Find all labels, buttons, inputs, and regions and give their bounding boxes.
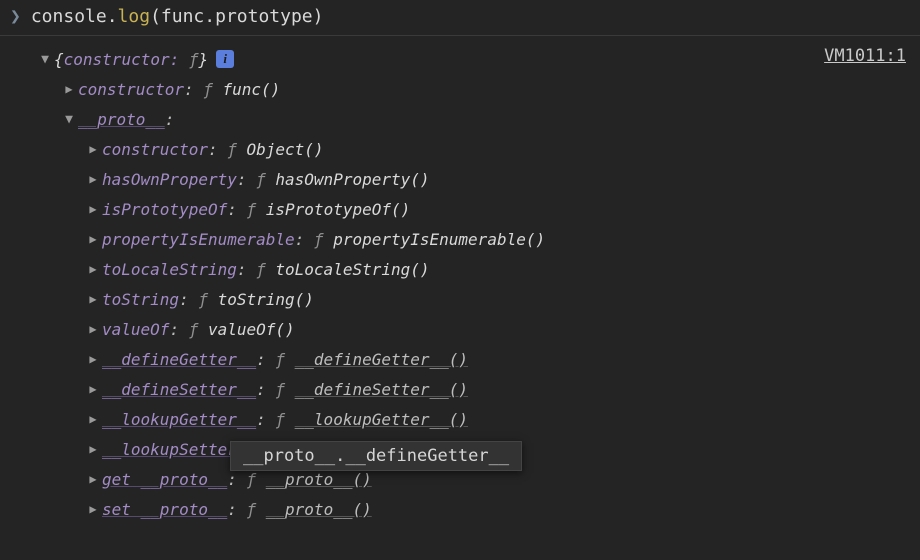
property-key: __proto__ (78, 110, 165, 129)
disclosure-triangle-icon[interactable]: ▶ (86, 472, 100, 486)
property-row[interactable]: ▶toString: ƒ toString() (10, 284, 910, 314)
disclosure-triangle-icon[interactable]: ▶ (86, 322, 100, 336)
property-row[interactable]: ▶__lookupGetter__: ƒ __lookupGetter__() (10, 404, 910, 434)
disclosure-triangle-icon[interactable]: ▶ (86, 382, 100, 396)
disclosure-triangle-icon[interactable]: ▶ (86, 442, 100, 456)
function-name: __lookupGetter__() (295, 410, 468, 429)
property-key: __defineSetter__ (102, 380, 256, 399)
property-key: __lookupGetter__ (102, 410, 256, 429)
function-name: func() (223, 80, 281, 99)
property-row[interactable]: ▶set __proto__: ƒ __proto__() (10, 494, 910, 524)
disclosure-triangle-icon[interactable]: ▶ (86, 262, 100, 276)
property-key: valueOf (102, 320, 169, 339)
disclosure-triangle-icon[interactable]: ▶ (62, 82, 76, 96)
console-command[interactable]: console.log(func.prototype) (31, 6, 324, 27)
function-name: __defineGetter__() (295, 350, 468, 369)
function-name: __proto__() (266, 500, 372, 519)
disclosure-triangle-icon[interactable]: ▶ (86, 412, 100, 426)
info-badge-icon[interactable]: i (216, 50, 234, 68)
token-method: log (118, 6, 151, 27)
property-key: constructor (102, 140, 208, 159)
property-row[interactable]: ▶__defineSetter__: ƒ __defineSetter__() (10, 374, 910, 404)
property-row[interactable]: ▶valueOf: ƒ valueOf() (10, 314, 910, 344)
function-name: isPrototypeOf() (266, 200, 411, 219)
property-row[interactable]: ▶__defineGetter__: ƒ __defineGetter__() (10, 344, 910, 374)
property-key: toLocaleString (102, 260, 237, 279)
property-key: toString (102, 290, 179, 309)
property-key: constructor (78, 80, 184, 99)
prompt-chevron-icon: ❯ (10, 6, 21, 27)
disclosure-triangle-icon[interactable]: ▼ (38, 52, 52, 67)
property-row[interactable]: ▶constructor: ƒ Object() (10, 134, 910, 164)
function-name: __defineSetter__() (295, 380, 468, 399)
console-input-row: ❯ console.log(func.prototype) (0, 0, 920, 36)
property-key: isPrototypeOf (102, 200, 227, 219)
property-row[interactable]: ▶toLocaleString: ƒ toLocaleString() (10, 254, 910, 284)
property-key: __defineGetter__ (102, 350, 256, 369)
function-name: toString() (218, 290, 314, 309)
function-name: toLocaleString() (275, 260, 429, 279)
property-row[interactable]: ▶hasOwnProperty: ƒ hasOwnProperty() (10, 164, 910, 194)
disclosure-triangle-icon[interactable]: ▶ (86, 502, 100, 516)
function-name: propertyIsEnumerable() (333, 230, 545, 249)
property-key: hasOwnProperty (102, 170, 237, 189)
token-object: console (31, 6, 107, 27)
disclosure-triangle-icon[interactable]: ▼ (62, 112, 76, 127)
property-key: get __proto__ (102, 470, 227, 489)
property-key: set __proto__ (102, 500, 227, 519)
function-name: valueOf() (208, 320, 295, 339)
property-row-proto[interactable]: ▼ __proto__: (10, 104, 910, 134)
disclosure-triangle-icon[interactable]: ▶ (86, 352, 100, 366)
disclosure-triangle-icon[interactable]: ▶ (86, 202, 100, 216)
property-row[interactable]: ▶propertyIsEnumerable: ƒ propertyIsEnume… (10, 224, 910, 254)
disclosure-triangle-icon[interactable]: ▶ (86, 142, 100, 156)
property-path-tooltip: __proto__.__defineGetter__ (230, 441, 522, 471)
property-key: propertyIsEnumerable (102, 230, 295, 249)
property-row-constructor[interactable]: ▶ constructor: ƒ func() (10, 74, 910, 104)
function-name: Object() (247, 140, 324, 159)
function-name: __proto__() (266, 470, 372, 489)
function-name: hasOwnProperty() (275, 170, 429, 189)
console-output: VM1011:1 ▼ {constructor: ƒ} i ▶ construc… (0, 36, 920, 524)
property-row[interactable]: ▶isPrototypeOf: ƒ isPrototypeOf() (10, 194, 910, 224)
disclosure-triangle-icon[interactable]: ▶ (86, 292, 100, 306)
object-summary-row[interactable]: ▼ {constructor: ƒ} i (10, 44, 910, 74)
disclosure-triangle-icon[interactable]: ▶ (86, 232, 100, 246)
disclosure-triangle-icon[interactable]: ▶ (86, 172, 100, 186)
